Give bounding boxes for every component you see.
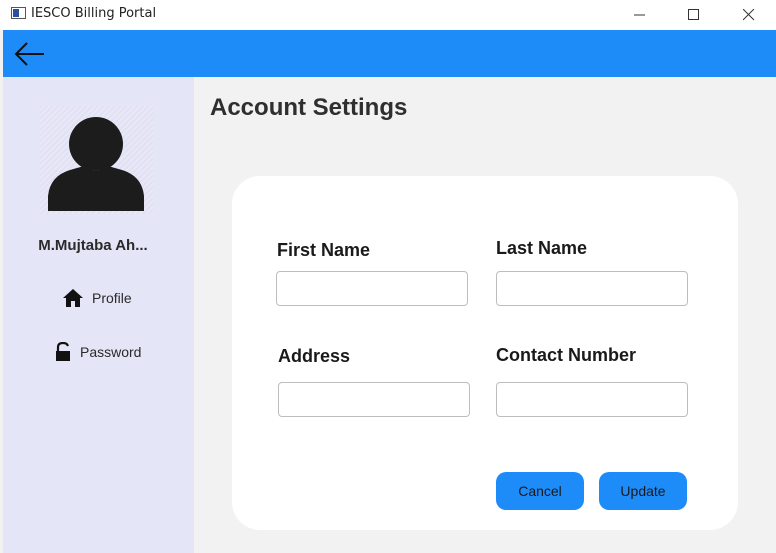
app-window-icon bbox=[11, 7, 26, 19]
last-name-field[interactable] bbox=[496, 271, 688, 306]
update-button[interactable]: Update bbox=[599, 472, 687, 510]
minimize-icon bbox=[634, 14, 645, 16]
contact-number-label: Contact Number bbox=[496, 345, 637, 365]
address-label: Address bbox=[278, 346, 351, 366]
sidebar-item-label: Profile bbox=[92, 290, 132, 306]
user-name: M.Mujtaba Ah... bbox=[38, 237, 148, 254]
home-icon bbox=[63, 289, 83, 307]
title-bar: IESCO Billing Portal bbox=[0, 0, 776, 30]
user-avatar-icon bbox=[48, 117, 144, 211]
window-title: IESCO Billing Portal bbox=[31, 6, 157, 21]
page-title: Account Settings bbox=[210, 94, 408, 121]
sidebar-item-label: Password bbox=[80, 344, 142, 360]
app-window: IESCO Billing Portal M.Mujtaba Ah... Pro… bbox=[0, 0, 776, 553]
header-bar bbox=[3, 30, 776, 77]
minimize-button[interactable] bbox=[617, 0, 663, 30]
account-settings-card: First Name Last Name Address Contact Num… bbox=[232, 176, 738, 530]
sidebar: M.Mujtaba Ah... Profile Password bbox=[3, 77, 194, 553]
first-name-label: First Name bbox=[277, 240, 371, 260]
sidebar-item-profile[interactable]: Profile bbox=[62, 288, 132, 308]
address-field[interactable] bbox=[278, 382, 470, 417]
lock-icon bbox=[56, 342, 70, 361]
maximize-icon bbox=[688, 9, 699, 20]
first-name-field[interactable] bbox=[276, 271, 468, 306]
contact-number-field[interactable] bbox=[496, 382, 688, 417]
avatar bbox=[40, 106, 153, 214]
maximize-button[interactable] bbox=[671, 0, 717, 30]
sidebar-item-password[interactable]: Password bbox=[54, 342, 141, 362]
arrow-left-icon bbox=[14, 42, 44, 66]
cancel-button[interactable]: Cancel bbox=[496, 472, 584, 510]
back-button[interactable] bbox=[13, 40, 47, 68]
close-icon bbox=[743, 9, 755, 21]
close-button[interactable] bbox=[726, 0, 772, 30]
last-name-label: Last Name bbox=[496, 238, 588, 258]
